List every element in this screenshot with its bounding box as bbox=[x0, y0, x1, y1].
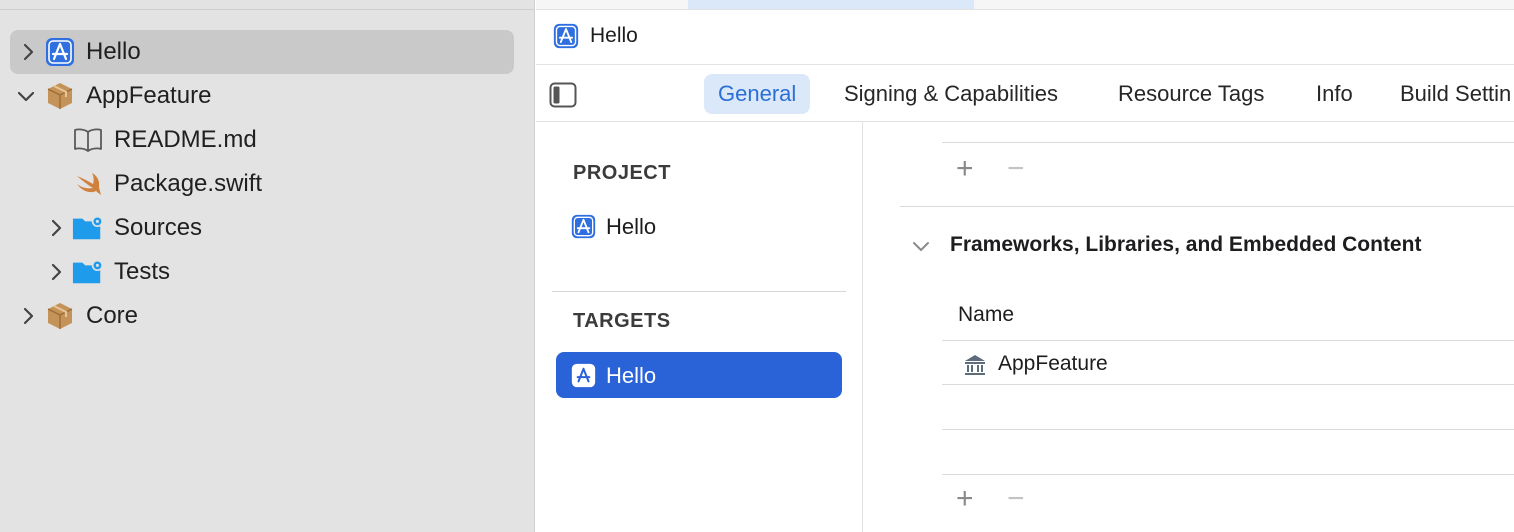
navigator-divider bbox=[0, 9, 535, 10]
project-editor: Hello General Signing & Capabilities Res… bbox=[536, 0, 1514, 532]
navigator-item-label: Hello bbox=[86, 38, 141, 65]
app-target-icon bbox=[44, 36, 76, 68]
table-row[interactable]: AppFeature bbox=[998, 352, 1108, 376]
editor-tab-active[interactable] bbox=[688, 0, 974, 9]
project-item-label: Hello bbox=[606, 214, 657, 239]
book-icon bbox=[72, 124, 104, 156]
table-row-divider bbox=[942, 340, 1514, 341]
project-section-header: PROJECT bbox=[573, 162, 671, 184]
tab-resource-tags[interactable]: Resource Tags bbox=[1104, 74, 1278, 114]
remove-framework-button[interactable]: − bbox=[1007, 484, 1025, 514]
navigator-item-sources[interactable]: Sources bbox=[10, 206, 514, 250]
navigator-item-core[interactable]: Core bbox=[10, 294, 514, 338]
navigator-item-label: Tests bbox=[114, 258, 171, 285]
navigator-item-tests[interactable]: Tests bbox=[10, 250, 514, 294]
chevron-down-icon[interactable] bbox=[16, 86, 36, 106]
project-icon bbox=[571, 214, 596, 245]
remove-button[interactable]: − bbox=[1007, 154, 1025, 184]
targets-section-header: TARGETS bbox=[573, 310, 671, 332]
table-row-divider bbox=[942, 384, 1514, 385]
navigator-item-label: README.md bbox=[114, 126, 257, 153]
chevron-right-icon[interactable] bbox=[18, 306, 38, 326]
app-target-icon bbox=[571, 363, 596, 394]
library-icon bbox=[963, 353, 987, 382]
section-divider bbox=[942, 142, 1514, 143]
folder-gear-icon bbox=[72, 212, 104, 244]
tab-info[interactable]: Info bbox=[1302, 74, 1367, 114]
package-icon bbox=[44, 80, 76, 112]
navigator-item-label: AppFeature bbox=[86, 82, 212, 109]
tab-signing-capabilities[interactable]: Signing & Capabilities bbox=[830, 74, 1072, 114]
add-framework-button[interactable]: + bbox=[956, 484, 974, 514]
navigator-item-package-swift[interactable]: Package.swift bbox=[10, 162, 514, 206]
swift-icon bbox=[72, 168, 104, 200]
folder-gear-icon bbox=[72, 256, 104, 288]
target-item-hello[interactable]: Hello bbox=[556, 352, 842, 398]
package-icon bbox=[44, 300, 76, 332]
jump-bar-title[interactable]: Hello bbox=[590, 24, 638, 48]
table-row-divider bbox=[942, 474, 1514, 475]
chevron-right-icon[interactable] bbox=[46, 218, 66, 238]
editor-tab-bar: General Signing & Capabilities Resource … bbox=[536, 66, 1514, 122]
section-divider bbox=[900, 206, 1514, 207]
sidebar-toggle-icon[interactable] bbox=[549, 82, 577, 113]
navigator-item-readme[interactable]: README.md bbox=[10, 118, 514, 162]
navigator-item-hello[interactable]: Hello bbox=[10, 30, 514, 74]
navigator-item-appfeature[interactable]: AppFeature bbox=[10, 74, 514, 118]
column-header-name[interactable]: Name bbox=[958, 303, 1014, 327]
navigator-item-label: Sources bbox=[114, 214, 203, 241]
table-row-divider bbox=[942, 429, 1514, 430]
project-targets-list: PROJECT Hello TARGETS Hello bbox=[536, 122, 863, 532]
navigator-item-label: Package.swift bbox=[114, 170, 263, 197]
project-item-hello[interactable]: Hello bbox=[556, 203, 842, 249]
tab-build-settings[interactable]: Build Settin bbox=[1386, 74, 1514, 114]
add-button[interactable]: + bbox=[956, 154, 974, 184]
tab-general[interactable]: General bbox=[704, 74, 811, 114]
navigator-item-label: Core bbox=[86, 302, 139, 329]
project-navigator: Hello AppFeature README.md Package.swift… bbox=[0, 0, 535, 532]
editor-tab-strip bbox=[536, 0, 1514, 10]
chevron-down-icon[interactable] bbox=[912, 240, 930, 258]
frameworks-section-title: Frameworks, Libraries, and Embedded Cont… bbox=[950, 233, 1422, 256]
app-target-icon bbox=[553, 23, 579, 54]
general-settings-content: + − Frameworks, Libraries, and Embedded … bbox=[864, 122, 1514, 532]
jump-bar: Hello bbox=[536, 10, 1514, 65]
target-item-label: Hello bbox=[606, 363, 657, 388]
chevron-right-icon[interactable] bbox=[46, 262, 66, 282]
chevron-right-icon[interactable] bbox=[18, 42, 38, 62]
list-divider bbox=[552, 291, 846, 292]
